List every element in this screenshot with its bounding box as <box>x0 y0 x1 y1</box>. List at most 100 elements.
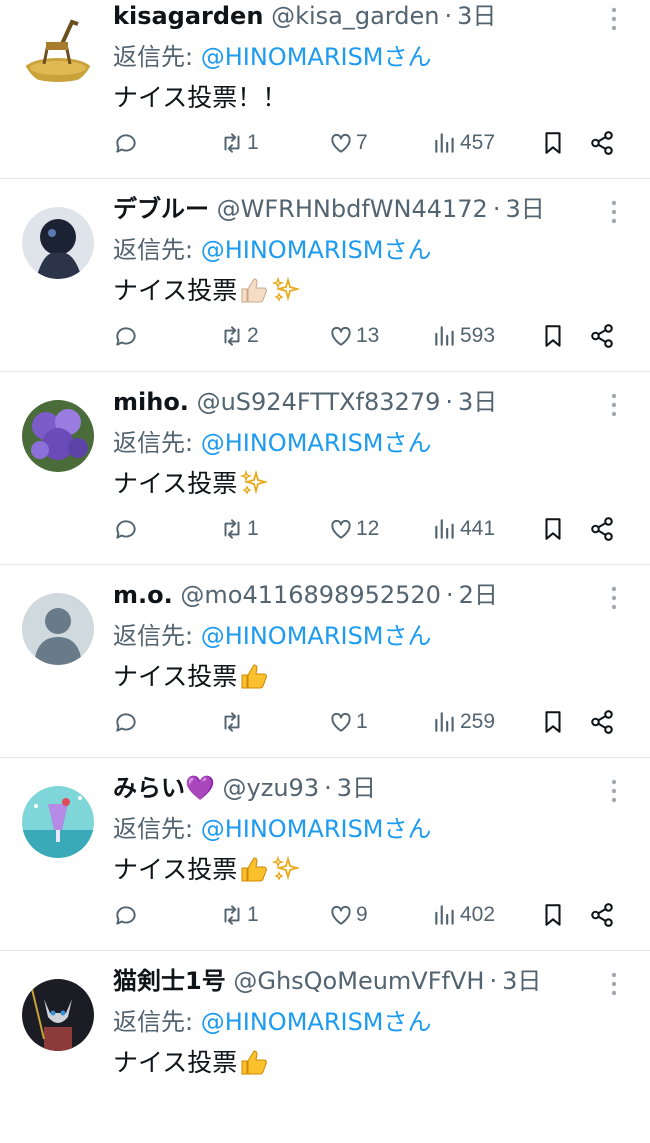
display-name[interactable]: みらい <box>113 774 185 802</box>
tweet[interactable]: miho. @uS924FTTXf83279 · 3日 返信先: @HINOMARI… <box>0 372 650 565</box>
views-icon <box>435 905 454 925</box>
share-button[interactable] <box>589 900 615 930</box>
tweet-header: kisagarden @kisa_garden · 3日 <box>113 1 590 31</box>
bookmark-button[interactable] <box>540 321 566 351</box>
like-count: 13 <box>356 324 380 347</box>
avatar[interactable] <box>22 207 94 279</box>
thumbs-up-icon <box>239 855 269 891</box>
view-count: 593 <box>460 324 496 347</box>
retweet-button[interactable] <box>219 707 247 737</box>
timestamp[interactable]: 3日 <box>458 388 497 416</box>
views-button[interactable]: 402 <box>432 900 495 930</box>
display-name[interactable]: 猫剣士1号 <box>113 967 226 995</box>
views-button[interactable]: 593 <box>432 321 495 351</box>
timestamp[interactable]: 2日 <box>459 581 498 609</box>
bookmark-button[interactable] <box>540 514 566 544</box>
display-name[interactable]: miho. <box>113 388 189 416</box>
mention-link[interactable]: @HINOMARISMさん <box>201 815 432 843</box>
more-options-icon[interactable] <box>604 969 624 999</box>
avatar[interactable] <box>22 786 94 858</box>
view-count: 457 <box>460 131 496 154</box>
share-button[interactable] <box>589 321 615 351</box>
tweet-header: miho. @uS924FTTXf83279 · 3日 <box>113 387 590 417</box>
separator-dot: · <box>445 581 454 609</box>
like-button[interactable]: 7 <box>328 128 368 158</box>
view-count: 259 <box>460 710 496 733</box>
heart-icon <box>331 326 351 346</box>
mention-link[interactable]: @HINOMARISMさん <box>201 1008 432 1036</box>
reply-button[interactable] <box>113 900 141 930</box>
views-button[interactable]: 457 <box>432 128 495 158</box>
like-button[interactable]: 9 <box>328 900 368 930</box>
views-icon <box>435 326 454 346</box>
avatar[interactable] <box>22 14 94 86</box>
share-button[interactable] <box>589 128 615 158</box>
timestamp[interactable]: 3日 <box>502 967 541 995</box>
user-handle[interactable]: @mo4116898952520 <box>180 581 441 609</box>
tweet-text-content: ナイス投票 <box>113 1048 238 1077</box>
tweet[interactable]: デブルー @WFRHNbdfWN44172 · 3日 返信先: @HINOMARIS… <box>0 179 650 372</box>
views-icon <box>435 519 454 539</box>
mention-link[interactable]: @HINOMARISMさん <box>201 43 432 71</box>
display-name[interactable]: デブルー <box>113 195 209 223</box>
reply-button[interactable] <box>113 128 141 158</box>
mention-link[interactable]: @HINOMARISMさん <box>201 622 432 650</box>
avatar[interactable] <box>22 979 94 1051</box>
user-handle[interactable]: @kisa_garden <box>271 2 439 30</box>
bookmark-button[interactable] <box>540 707 566 737</box>
tweet[interactable]: 猫剣士1号 @GhsQoMeumVFfVH · 3日 返信先: @HINOMARIS… <box>0 951 650 1143</box>
reply-icon <box>116 520 136 539</box>
timestamp[interactable]: 3日 <box>505 195 544 223</box>
action-bar: 2 13 593 <box>0 321 650 351</box>
mention-link[interactable]: @HINOMARISMさん <box>201 236 432 264</box>
reply-button[interactable] <box>113 321 141 351</box>
bookmark-button[interactable] <box>540 900 566 930</box>
action-bar: 1 9 402 <box>0 900 650 930</box>
user-handle[interactable]: @uS924FTTXf83279 <box>197 388 441 416</box>
views-button[interactable]: 441 <box>432 514 495 544</box>
reply-prefix: 返信先: <box>113 236 201 264</box>
user-handle[interactable]: @yzu93 <box>223 774 320 802</box>
like-button[interactable]: 13 <box>328 321 379 351</box>
heart-icon <box>331 712 351 732</box>
more-options-icon[interactable] <box>604 197 624 227</box>
display-name[interactable]: m.o. <box>113 581 173 609</box>
retweet-button[interactable]: 2 <box>219 321 259 351</box>
timestamp[interactable]: 3日 <box>457 2 496 30</box>
timestamp[interactable]: 3日 <box>337 774 376 802</box>
tweet-text: ナイス投票 <box>113 468 269 505</box>
tweet[interactable]: kisagarden @kisa_garden · 3日 返信先: @HINOMAR… <box>0 0 650 179</box>
reply-button[interactable] <box>113 707 141 737</box>
replying-to: 返信先: @HINOMARISMさん <box>113 235 432 265</box>
retweet-button[interactable]: 1 <box>219 900 259 930</box>
thumbs-up-light-icon <box>239 276 269 312</box>
retweet-icon <box>224 326 240 346</box>
like-button[interactable]: 1 <box>328 707 368 737</box>
reply-icon <box>116 713 136 732</box>
tweet-text-content: ナイス投票 <box>113 276 238 305</box>
bookmark-button[interactable] <box>540 128 566 158</box>
share-button[interactable] <box>589 707 615 737</box>
share-button[interactable] <box>589 514 615 544</box>
like-button[interactable]: 12 <box>328 514 379 544</box>
action-bar: 1 12 441 <box>0 514 650 544</box>
views-button[interactable]: 259 <box>432 707 495 737</box>
more-options-icon[interactable] <box>604 4 624 34</box>
tweet[interactable]: みらい💜 @yzu93 · 3日 返信先: @HINOMARISMさん ナイス投票 … <box>0 758 650 951</box>
retweet-button[interactable]: 1 <box>219 514 259 544</box>
tweet[interactable]: m.o. @mo4116898952520 · 2日 返信先: @HINOMARIS… <box>0 565 650 758</box>
bookmark-icon <box>545 904 561 926</box>
reply-button[interactable] <box>113 514 141 544</box>
like-count: 1 <box>356 710 368 733</box>
avatar[interactable] <box>22 593 94 665</box>
avatar[interactable] <box>22 400 94 472</box>
mention-link[interactable]: @HINOMARISMさん <box>201 429 432 457</box>
display-name[interactable]: kisagarden <box>113 2 263 30</box>
more-options-icon[interactable] <box>604 583 624 613</box>
more-options-icon[interactable] <box>604 776 624 806</box>
retweet-count: 2 <box>247 324 259 347</box>
more-options-icon[interactable] <box>604 390 624 420</box>
user-handle[interactable]: @WFRHNbdfWN44172 <box>217 195 488 223</box>
user-handle[interactable]: @GhsQoMeumVFfVH <box>233 967 484 995</box>
retweet-button[interactable]: 1 <box>219 128 259 158</box>
